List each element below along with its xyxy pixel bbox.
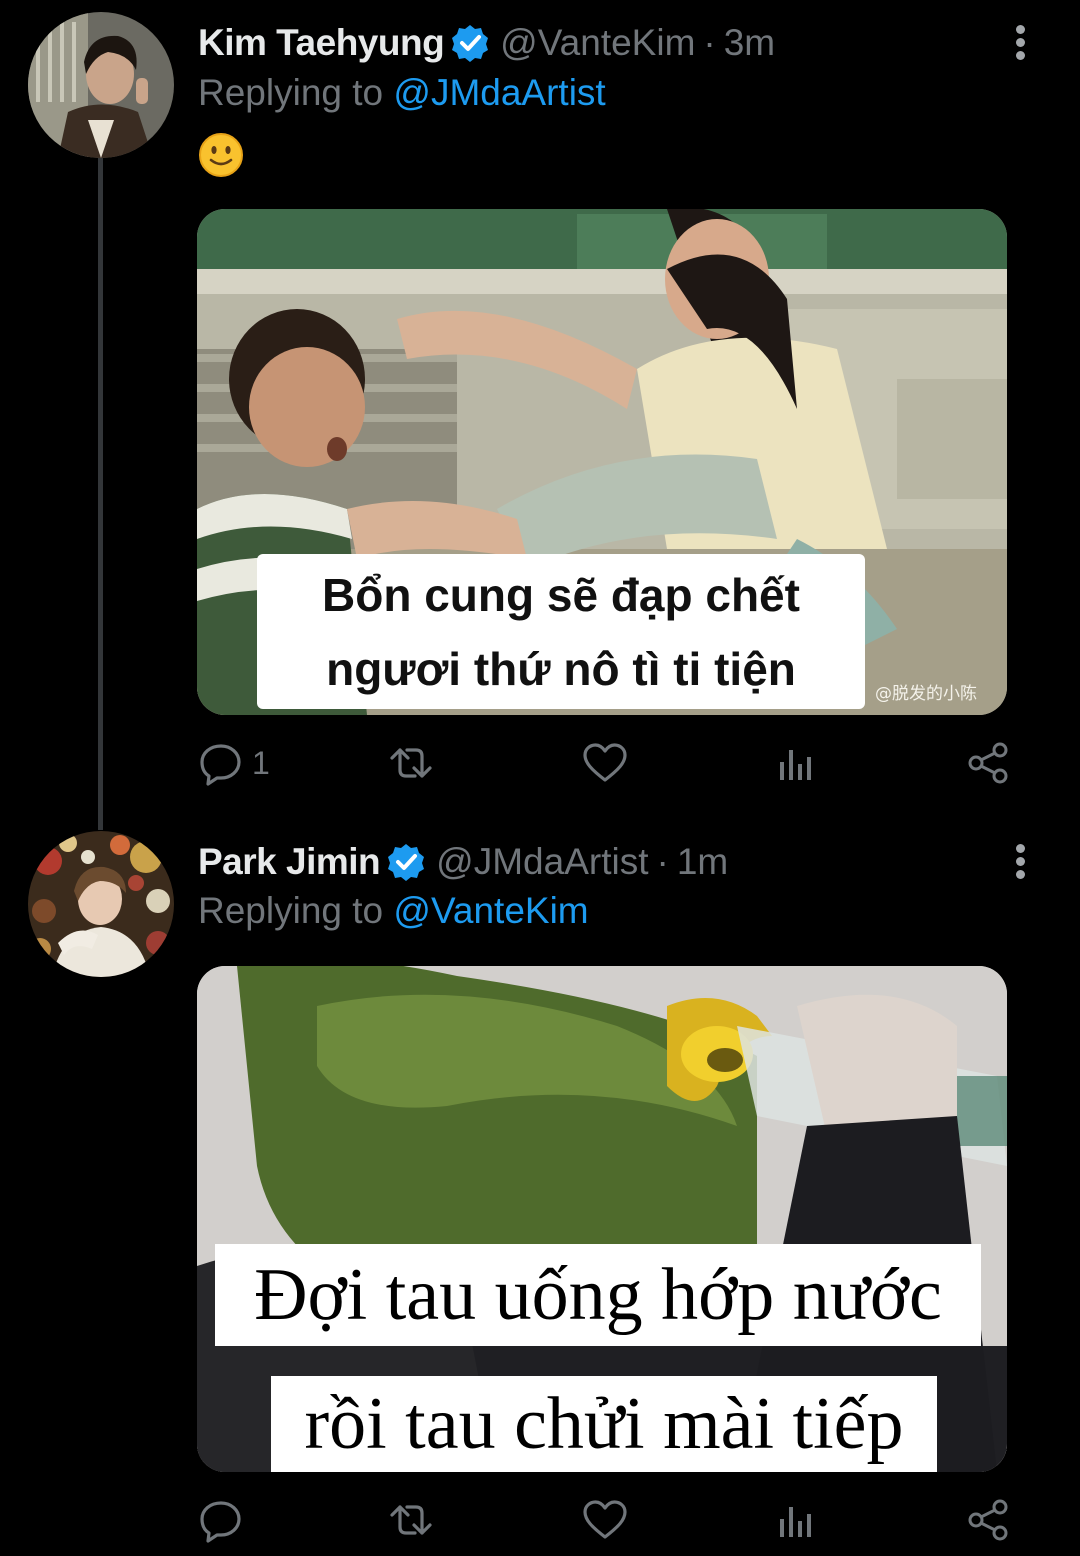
mention-link[interactable]: @JMdaArtist <box>393 72 605 113</box>
retweet-icon <box>390 748 432 778</box>
tweet-header: Park Jimin @JMdaArtist · 1m <box>198 837 728 887</box>
reply-icon <box>200 744 241 786</box>
timestamp[interactable]: 3m <box>724 22 775 64</box>
timestamp[interactable]: 1m <box>677 841 728 883</box>
meme-caption: Bổn cung sẽ đạp chết ngươi thứ nô tì ti … <box>257 554 865 709</box>
like-button[interactable] <box>582 1495 628 1545</box>
caption-line-2: rồi tau chửi mài tiếp <box>304 1383 904 1465</box>
replying-to-label: Replying to <box>198 890 384 931</box>
views-button[interactable] <box>773 1495 819 1545</box>
user-handle[interactable]: @VanteKim <box>500 22 695 64</box>
views-button[interactable] <box>773 738 819 788</box>
reply-button[interactable]: 1 <box>198 738 270 788</box>
verified-badge-icon <box>386 842 426 882</box>
analytics-icon <box>780 750 811 780</box>
mention-link[interactable]: @VanteKim <box>393 890 588 931</box>
share-button[interactable] <box>966 738 1012 788</box>
more-vertical-icon[interactable] <box>1010 841 1030 881</box>
retweet-button[interactable] <box>388 1495 434 1545</box>
tweet-actions <box>198 1495 1010 1545</box>
share-button[interactable] <box>966 1495 1012 1545</box>
tweet-kim-taehyung[interactable]: Kim Taehyung @VanteKim · 3m Replying to … <box>0 0 1080 830</box>
slightly-smiling-emoji-icon <box>198 132 244 178</box>
display-name[interactable]: Park Jimin <box>198 841 381 883</box>
reply-count: 1 <box>252 744 270 781</box>
avatar[interactable] <box>28 12 174 158</box>
retweet-icon <box>390 1505 432 1535</box>
reply-icon <box>200 1501 241 1543</box>
retweet-button[interactable] <box>388 738 434 788</box>
verified-badge-icon <box>450 23 490 63</box>
share-icon <box>968 1499 1008 1541</box>
analytics-icon <box>780 1507 811 1537</box>
heart-icon <box>583 743 627 782</box>
heart-icon <box>583 1500 627 1539</box>
tweet-header: Kim Taehyung @VanteKim · 3m <box>198 18 775 68</box>
separator-dot: · <box>656 841 669 882</box>
share-icon <box>968 742 1008 784</box>
display-name[interactable]: Kim Taehyung <box>198 22 445 64</box>
tweet-media-image[interactable]: Bổn cung sẽ đạp chết ngươi thứ nô tì ti … <box>197 209 1007 715</box>
replying-to: Replying to @JMdaArtist <box>198 72 606 114</box>
avatar[interactable] <box>28 831 174 977</box>
more-vertical-icon[interactable] <box>1010 22 1030 62</box>
caption-line-2: ngươi thứ nô tì ti tiện <box>326 643 796 695</box>
meme-caption-line-1-box: Đợi tau uống hớp nước <box>215 1244 981 1346</box>
media-watermark: @脱发的小陈 <box>875 684 977 704</box>
tweet-actions: 1 <box>198 738 1010 788</box>
replying-to-label: Replying to <box>198 72 384 113</box>
caption-line-1: Đợi tau uống hớp nước <box>254 1254 942 1336</box>
tweet-media-image[interactable]: Đợi tau uống hớp nước rồi tau chửi mài t… <box>197 966 1007 1472</box>
thread-connector-line <box>98 150 103 830</box>
meme-caption-line-2-box: rồi tau chửi mài tiếp <box>271 1376 937 1472</box>
like-button[interactable] <box>582 738 628 788</box>
user-handle[interactable]: @JMdaArtist <box>436 841 648 883</box>
separator-dot: · <box>703 22 716 63</box>
replying-to: Replying to @VanteKim <box>198 890 589 932</box>
reply-button[interactable] <box>198 1495 252 1545</box>
caption-line-1: Bổn cung sẽ đạp chết <box>322 569 800 621</box>
tweet-park-jimin[interactable]: Park Jimin @JMdaArtist · 1m Replying to … <box>0 820 1080 1556</box>
